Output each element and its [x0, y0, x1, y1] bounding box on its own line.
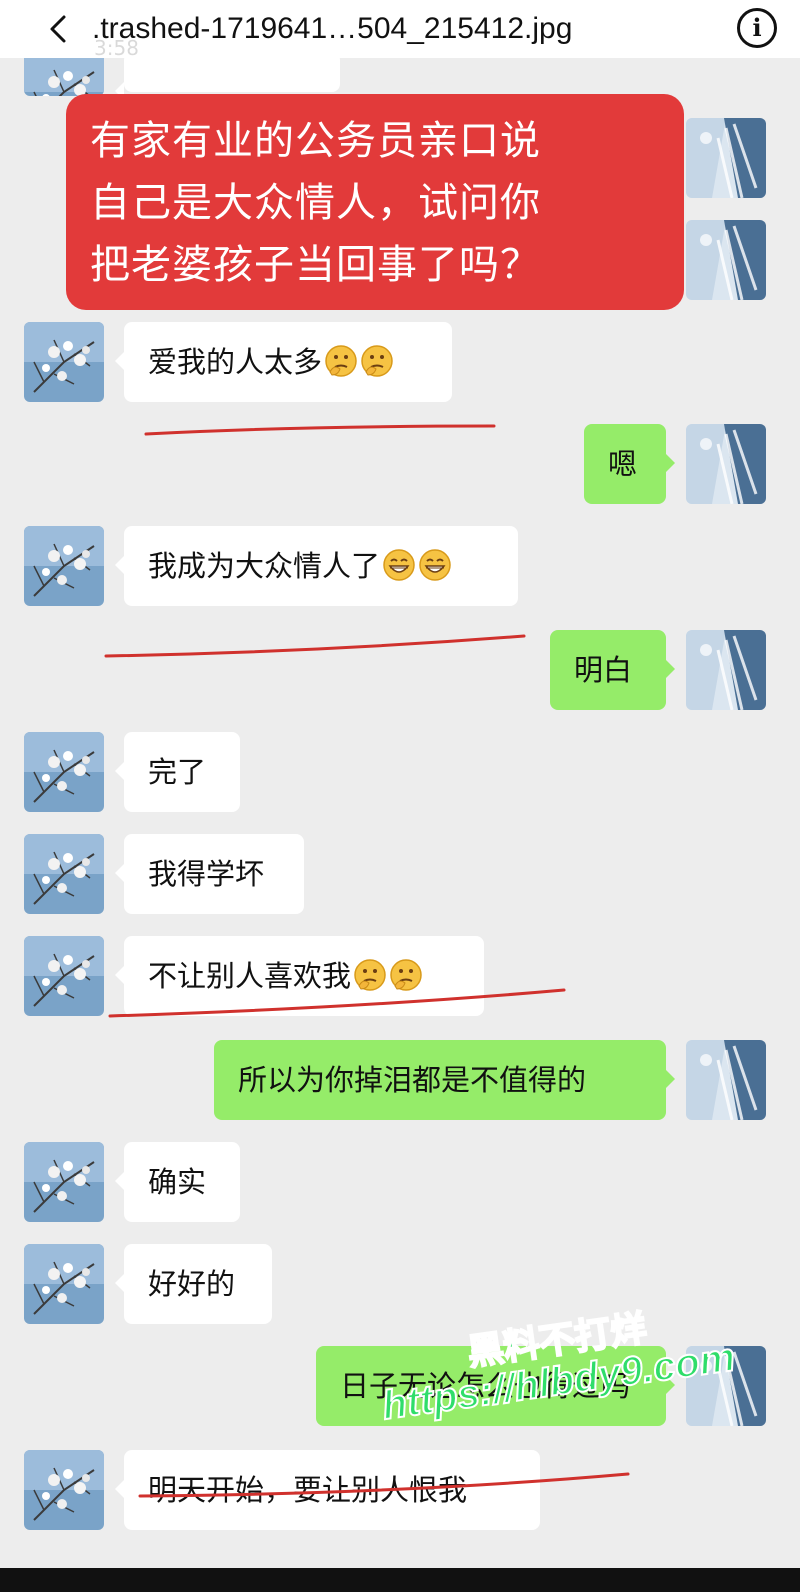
avatar-contact[interactable]	[24, 732, 104, 812]
back-arrow-icon[interactable]	[44, 14, 74, 44]
message-text: 明天开始，要让别人恨我	[148, 1473, 468, 1507]
avatar-partial-top	[24, 52, 104, 96]
message-bubble-outgoing[interactable]: 嗯	[584, 424, 675, 504]
banner-line: 自己是大众情人，试问你	[90, 180, 541, 226]
avatar-contact[interactable]	[24, 834, 104, 914]
grin-face-icon	[418, 548, 452, 582]
message-bubble-incoming[interactable]: 明天开始，要让别人恨我	[115, 1450, 540, 1530]
message-text: 我得学坏	[148, 857, 265, 891]
avatar-self[interactable]	[686, 630, 766, 710]
message-bubble-partial	[115, 52, 340, 100]
message-text: 所以为你掉泪都是不值得的	[238, 1063, 587, 1097]
thinking-face-icon	[324, 344, 358, 378]
message-bubble-incoming[interactable]: 完了	[115, 732, 240, 812]
banner-line: 把老婆孩子当回事了吗？	[90, 242, 541, 288]
message-bubble-outgoing[interactable]: 所以为你掉泪都是不值得的	[214, 1040, 675, 1120]
avatar-self[interactable]	[686, 1040, 766, 1120]
avatar-contact[interactable]	[24, 526, 104, 606]
avatar-contact[interactable]	[24, 936, 104, 1016]
file-name-title: .trashed-1719641…504_215412.jpg	[92, 12, 573, 45]
message-bubble-incoming[interactable]: 我成为大众情人了	[115, 526, 518, 606]
message-text: 我成为大众情人了	[148, 549, 381, 583]
avatar-self	[686, 118, 766, 198]
message-text: 完了	[148, 755, 207, 789]
avatar-self[interactable]	[686, 424, 766, 504]
message-text: 好好的	[148, 1267, 236, 1301]
message-text: 嗯	[608, 447, 638, 481]
message-bubble-incoming[interactable]: 我得学坏	[115, 834, 304, 914]
bottom-toolbar-edge	[0, 1568, 800, 1592]
avatar-contact[interactable]	[24, 1244, 104, 1324]
message-bubble-incoming[interactable]: 不让别人喜欢我	[115, 936, 484, 1016]
banner-line: 有家有业的公务员亲口说	[90, 118, 541, 164]
avatar-contact[interactable]	[24, 322, 104, 402]
avatar-self	[686, 220, 766, 300]
avatar-contact[interactable]	[24, 1450, 104, 1530]
thinking-face-icon	[389, 958, 423, 992]
message-text: 确实	[148, 1165, 207, 1199]
message-bubble-incoming[interactable]: 好好的	[115, 1244, 272, 1324]
message-text: 不让别人喜欢我	[148, 959, 352, 993]
info-icon[interactable]: i	[737, 8, 777, 48]
message-bubble-incoming[interactable]: 爱我的人太多	[115, 322, 452, 402]
message-text: 爱我的人太多	[148, 345, 323, 379]
message-bubble-incoming[interactable]: 确实	[115, 1142, 240, 1222]
message-bubble-outgoing[interactable]: 明白	[550, 630, 675, 710]
viewer-top-bar: 3:58 .trashed-1719641…504_215412.jpg i	[0, 0, 800, 60]
thinking-face-icon	[353, 958, 387, 992]
avatar-contact[interactable]	[24, 1142, 104, 1222]
thinking-face-icon	[360, 344, 394, 378]
site-watermark: 黑料不打烊 https://hlbdy9.com	[373, 1284, 767, 1466]
grin-face-icon	[382, 548, 416, 582]
message-text: 明白	[574, 653, 633, 687]
headline-banner: 有家有业的公务员亲口说 自己是大众情人，试问你 把老婆孩子当回事了吗？	[66, 94, 684, 310]
